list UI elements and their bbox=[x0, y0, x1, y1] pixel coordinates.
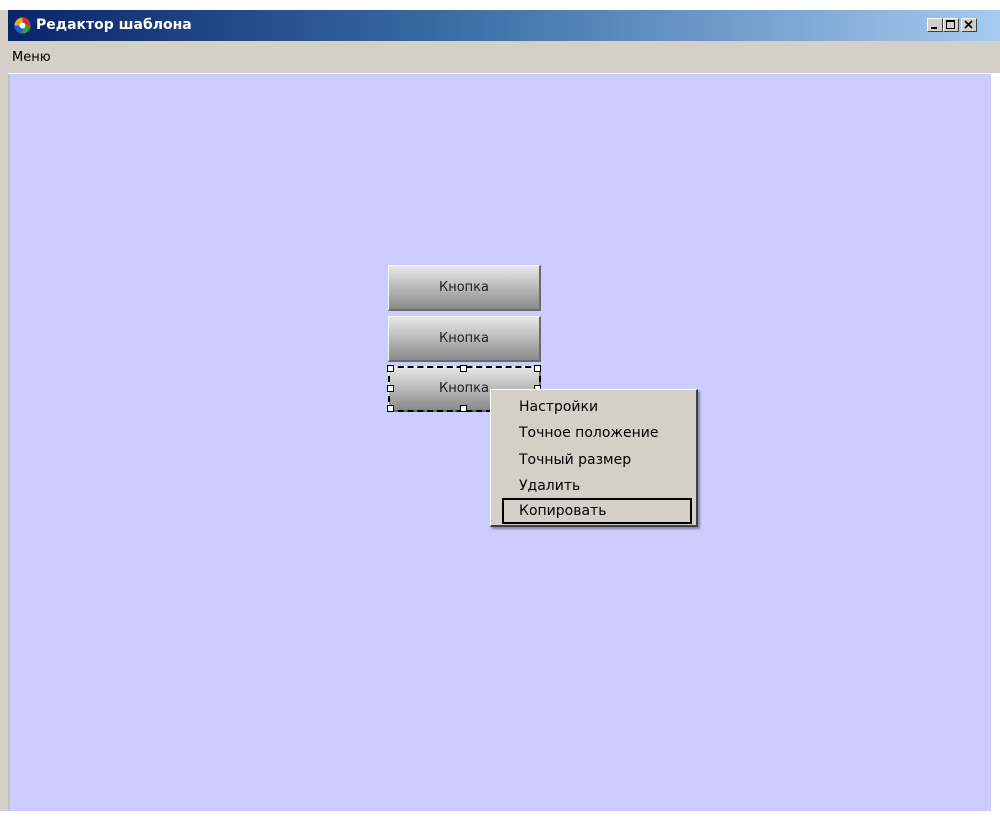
minimize-button[interactable] bbox=[927, 18, 943, 32]
right-margin bbox=[991, 74, 1000, 811]
template-button-label: Кнопка bbox=[438, 381, 489, 396]
close-icon bbox=[964, 20, 973, 29]
title-bar[interactable]: Редактор шаблона bbox=[8, 10, 1000, 41]
minimize-icon bbox=[931, 27, 937, 29]
context-menu-item-settings[interactable]: Настройки bbox=[491, 394, 695, 420]
context-menu-item-exact-position[interactable]: Точное положение bbox=[491, 420, 695, 446]
template-button-label: Кнопка bbox=[438, 331, 489, 346]
resize-handle-top-right[interactable] bbox=[534, 365, 541, 372]
template-button-label: Кнопка bbox=[438, 280, 489, 295]
maximize-icon bbox=[946, 20, 955, 29]
template-button-1[interactable]: Кнопка bbox=[388, 265, 541, 311]
maximize-button[interactable] bbox=[943, 18, 959, 32]
menu-bar: Меню bbox=[8, 41, 1000, 74]
close-button[interactable] bbox=[961, 18, 977, 32]
context-menu-item-delete[interactable]: Удалить bbox=[491, 473, 695, 499]
app-icon bbox=[14, 17, 31, 34]
resize-handle-left[interactable] bbox=[387, 385, 394, 392]
template-button-2[interactable]: Кнопка bbox=[388, 316, 541, 362]
window-title: Редактор шаблона bbox=[36, 17, 192, 33]
menu-item-menu[interactable]: Меню bbox=[11, 50, 52, 66]
resize-handle-top[interactable] bbox=[460, 365, 467, 372]
context-menu-item-exact-size[interactable]: Точный размер bbox=[491, 447, 695, 473]
resize-handle-bottom[interactable] bbox=[460, 405, 467, 412]
context-menu: Настройки Точное положение Точный размер… bbox=[490, 389, 698, 527]
context-menu-item-copy[interactable]: Копировать bbox=[502, 498, 692, 524]
resize-handle-top-left[interactable] bbox=[387, 365, 394, 372]
resize-handle-bottom-left[interactable] bbox=[387, 405, 394, 412]
bottom-margin bbox=[0, 811, 1000, 823]
